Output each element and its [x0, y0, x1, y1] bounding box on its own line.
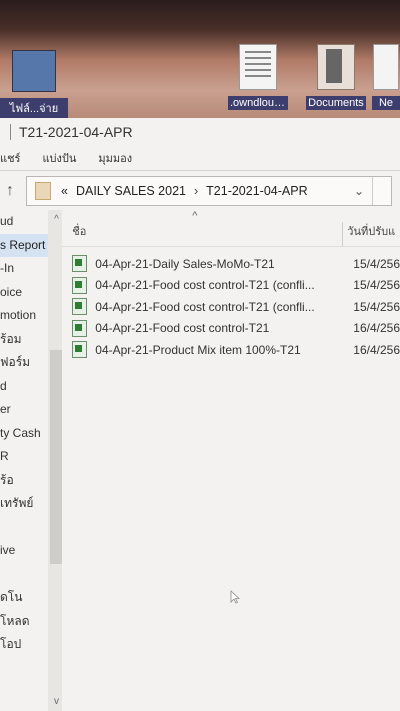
excel-file-icon — [72, 341, 88, 359]
mouse-cursor-icon — [230, 590, 241, 604]
folder-icon — [35, 182, 51, 200]
column-header-date-modified[interactable]: วันที่ปรับแ — [342, 222, 395, 246]
file-date: 15/4/256 — [353, 278, 400, 293]
file-icon — [373, 44, 399, 90]
excel-file-icon — [72, 276, 88, 294]
ribbon-tabs: แชร์ แบ่งปัน มุมมอง — [0, 146, 400, 170]
desktop-icon-label: .owndloudi... — [228, 96, 288, 110]
desktop-background: ไฟล์...จ่าย .owndloudi... Documents Ne — [0, 0, 400, 118]
file-date: 16/4/256 — [353, 342, 400, 357]
nav-item[interactable]: ฟอร์ม — [0, 351, 48, 375]
desktop-icon-label: Ne — [372, 96, 400, 110]
nav-item[interactable]: ดโน — [0, 586, 48, 610]
nav-item[interactable] — [0, 563, 48, 587]
nav-item[interactable]: เทรัพย์ — [0, 492, 48, 516]
excel-file-icon — [72, 255, 88, 273]
file-row[interactable]: 04-Apr-21-Food cost control-T21 (confli.… — [62, 296, 400, 318]
excel-file-icon — [72, 298, 88, 316]
nav-item[interactable]: R — [0, 445, 48, 469]
file-name: 04-Apr-21-Product Mix item 100%-T21 — [95, 342, 301, 357]
nav-item[interactable]: d — [0, 375, 48, 399]
nav-item[interactable]: ร้อม — [0, 328, 48, 352]
scrollbar-thumb[interactable] — [50, 350, 63, 564]
document-icon — [239, 44, 277, 90]
excel-file-icon — [72, 319, 88, 337]
desktop-icon-1[interactable]: ไฟล์...จ่าย — [0, 50, 68, 118]
chevron-right-icon[interactable]: › — [194, 184, 198, 198]
file-date: 15/4/256 — [353, 256, 400, 271]
file-date: 16/4/256 — [353, 321, 400, 336]
address-row: ↑ « DAILY SALES 2021 › T21-2021-04-APR ⌄ — [0, 170, 400, 211]
breadcrumb-overflow[interactable]: « — [61, 184, 68, 198]
nav-item[interactable]: ive — [0, 539, 48, 563]
desktop-icon-label: ไฟล์...จ่าย — [0, 98, 68, 118]
folder-icon — [317, 44, 355, 90]
nav-item[interactable]: โหลด — [0, 610, 48, 634]
file-row[interactable]: 04-Apr-21-Food cost control-T21 16/4/256 — [62, 318, 400, 340]
file-date: 15/4/256 — [353, 299, 400, 314]
ribbon-tab-share[interactable]: แชร์ — [0, 149, 20, 167]
refresh-button[interactable] — [372, 177, 391, 205]
explorer-content: ud s Report -In oice motion ร้อม ฟอร์ม d… — [0, 210, 400, 711]
desktop-icon-2[interactable]: .owndloudi... — [228, 44, 288, 110]
nav-item[interactable]: ud — [0, 210, 48, 234]
nav-item[interactable] — [0, 516, 48, 540]
desktop-icon-label: Documents — [306, 96, 366, 110]
title-separator — [10, 124, 11, 140]
sort-ascending-icon: ^ — [192, 210, 198, 222]
file-name: 04-Apr-21-Food cost control-T21 — [95, 321, 270, 336]
file-row[interactable]: 04-Apr-21-Food cost control-T21 (confli.… — [62, 275, 400, 297]
file-row[interactable]: 04-Apr-21-Daily Sales-MoMo-T21 15/4/256 — [62, 253, 400, 275]
nav-scrollbar[interactable]: ^ v — [48, 210, 63, 711]
file-row[interactable]: 04-Apr-21-Product Mix item 100%-T21 16/4… — [62, 339, 400, 361]
title-bar: T21-2021-04-APR — [0, 118, 400, 146]
address-bar[interactable]: « DAILY SALES 2021 › T21-2021-04-APR ⌄ — [26, 176, 392, 206]
desktop-icon-4[interactable]: Ne — [372, 44, 400, 110]
file-list: ^ ชื่อ วันที่ปรับแ 04-Apr-21-Daily Sales… — [62, 210, 400, 711]
breadcrumb-current-folder[interactable]: T21-2021-04-APR — [206, 184, 307, 198]
nav-item[interactable]: ร้อ — [0, 469, 48, 493]
breadcrumb-daily-sales[interactable]: DAILY SALES 2021 — [76, 184, 186, 198]
up-arrow-icon[interactable]: ↑ — [0, 182, 20, 200]
nav-item[interactable]: oice — [0, 281, 48, 305]
file-name: 04-Apr-21-Daily Sales-MoMo-T21 — [95, 256, 275, 271]
column-headers: ชื่อ วันที่ปรับแ — [62, 210, 400, 247]
app-icon — [12, 50, 56, 92]
nav-item[interactable]: ty Cash — [0, 422, 48, 446]
nav-item[interactable]: โอป — [0, 633, 48, 657]
column-header-name[interactable]: ชื่อ — [62, 222, 342, 246]
file-explorer-window: T21-2021-04-APR แชร์ แบ่งปัน มุมมอง ↑ « … — [0, 118, 400, 711]
navigation-pane: ud s Report -In oice motion ร้อม ฟอร์ม d… — [0, 210, 49, 711]
ribbon-tab-share-alt[interactable]: แบ่งปัน — [42, 149, 76, 167]
window-title: T21-2021-04-APR — [19, 124, 133, 140]
nav-item-selected[interactable]: s Report — [0, 233, 49, 257]
desktop-icon-3[interactable]: Documents — [306, 44, 366, 110]
ribbon-tab-view[interactable]: มุมมอง — [98, 149, 132, 167]
nav-item[interactable]: -In — [0, 257, 48, 281]
nav-item[interactable]: motion — [0, 304, 48, 328]
chevron-down-icon[interactable]: ⌄ — [354, 184, 364, 198]
file-name: 04-Apr-21-Food cost control-T21 (confli.… — [95, 299, 315, 314]
nav-item[interactable]: er — [0, 398, 48, 422]
file-name: 04-Apr-21-Food cost control-T21 (confli.… — [95, 278, 315, 293]
